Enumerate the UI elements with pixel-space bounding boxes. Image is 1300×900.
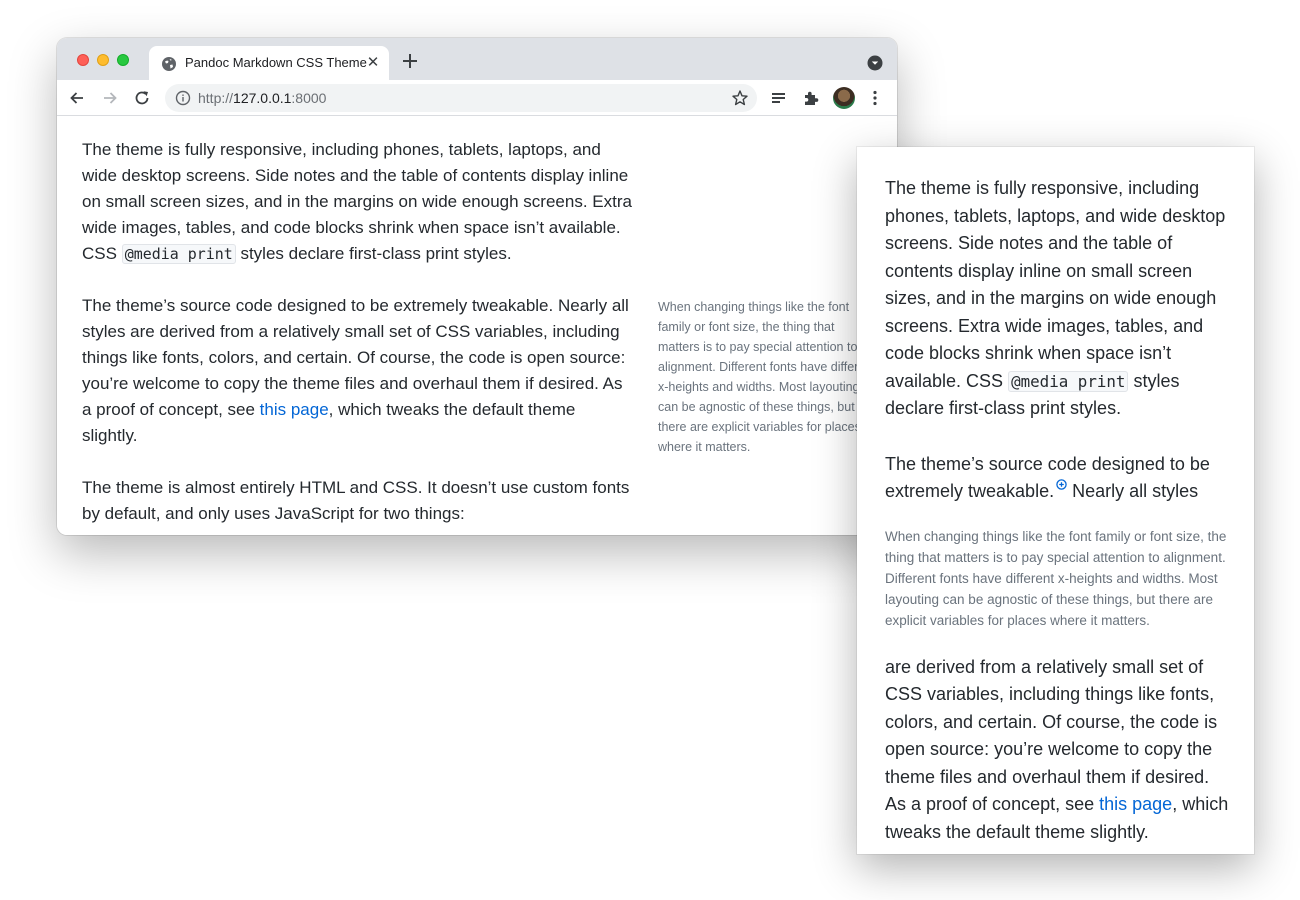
- star-icon[interactable]: [731, 89, 749, 107]
- paragraph-text: are derived from a relatively small set …: [885, 656, 1218, 815]
- paragraph-tweakable: The theme’s source code designed to be e…: [82, 293, 634, 449]
- mobile-paragraph-responsive: The theme is fully responsive, including…: [885, 175, 1230, 423]
- mobile-paragraph-tweakable-start: The theme’s source code designed to be e…: [885, 451, 1230, 506]
- more-vert-icon[interactable]: [865, 88, 885, 108]
- minimize-window-button[interactable]: [97, 54, 109, 66]
- avatar[interactable]: [833, 87, 855, 109]
- close-icon[interactable]: ✕: [364, 54, 382, 72]
- url-text: http://127.0.0.1:8000: [198, 90, 326, 106]
- mobile-column: The theme is fully responsive, including…: [885, 175, 1230, 854]
- mobile-paragraph-tweakable-continued: are derived from a relatively small set …: [885, 654, 1230, 847]
- paragraph-text: Nearly all styles: [1067, 481, 1199, 501]
- tab-strip: Pandoc Markdown CSS Theme ✕: [57, 38, 897, 80]
- paragraph-responsive: The theme is fully responsive, including…: [82, 137, 634, 267]
- paragraph-text: The theme is fully responsive, including…: [885, 178, 1226, 391]
- info-icon[interactable]: [175, 90, 191, 106]
- this-page-link[interactable]: this page: [1099, 794, 1172, 814]
- mobile-sidenote: When changing things like the font famil…: [885, 528, 1227, 629]
- extensions-icon[interactable]: [801, 88, 821, 108]
- sidenote-marker-icon[interactable]: [1056, 479, 1067, 490]
- zoom-window-button[interactable]: [117, 54, 129, 66]
- sidenote: When changing things like the font famil…: [658, 300, 876, 454]
- main-column: The theme is fully responsive, including…: [82, 137, 634, 535]
- reload-icon[interactable]: [132, 88, 152, 108]
- inline-code: @media print: [1008, 370, 1129, 392]
- url-host: 127.0.0.1: [233, 90, 292, 106]
- paragraph-text: styles declare first-class print styles.: [235, 244, 512, 263]
- plus-icon[interactable]: [400, 51, 420, 71]
- forward-arrow-icon[interactable]: [100, 88, 120, 108]
- tab-search-icon[interactable]: [867, 55, 883, 71]
- url-port: :8000: [291, 90, 327, 106]
- this-page-link[interactable]: this page: [260, 400, 329, 419]
- browser-toolbar: http://127.0.0.1:8000: [57, 80, 897, 116]
- url-scheme: http://: [198, 90, 234, 106]
- mobile-view: The theme is fully responsive, including…: [857, 147, 1254, 854]
- back-arrow-icon[interactable]: [67, 88, 87, 108]
- reading-list-icon[interactable]: [769, 88, 789, 108]
- close-window-button[interactable]: [77, 54, 89, 66]
- globe-icon: [162, 57, 176, 71]
- paragraph-html-css: The theme is almost entirely HTML and CS…: [82, 478, 630, 523]
- inline-code: @media print: [121, 244, 236, 264]
- tab-active[interactable]: Pandoc Markdown CSS Theme ✕: [149, 46, 389, 80]
- tab-title: Pandoc Markdown CSS Theme: [185, 55, 367, 70]
- browser-window: Pandoc Markdown CSS Theme ✕ http://127.0…: [57, 38, 897, 535]
- paragraph-text: The theme’s source code designed to be e…: [82, 296, 554, 315]
- address-bar[interactable]: http://127.0.0.1:8000: [165, 84, 757, 112]
- page-content: The theme is fully responsive, including…: [57, 117, 897, 535]
